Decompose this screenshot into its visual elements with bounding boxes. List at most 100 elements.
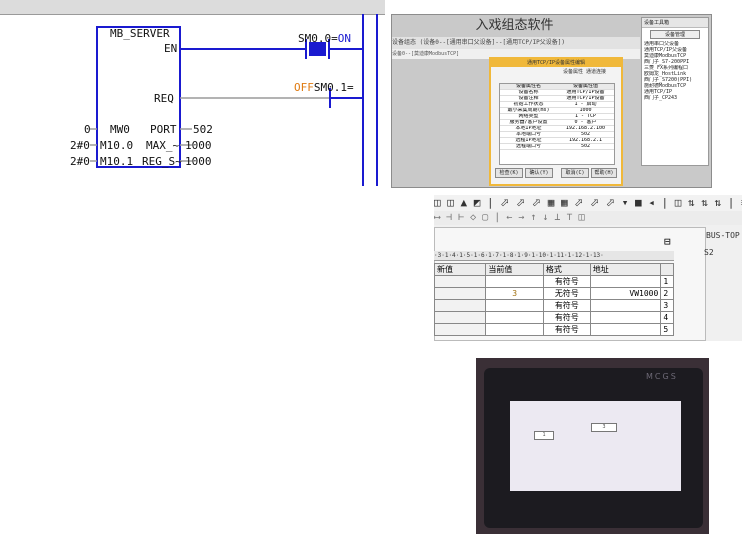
property-value: 502	[580, 144, 591, 149]
param-reg-label: REG_S~	[142, 155, 182, 168]
status-new-cell[interactable]	[434, 287, 487, 300]
status-address-cell[interactable]	[589, 323, 662, 336]
status-index-cell: 3	[660, 299, 674, 312]
status-row[interactable]: 有符号 3	[434, 299, 674, 312]
toolbox-item[interactable]: 西门子_CP243	[642, 95, 708, 101]
req-pin-label: REQ	[154, 92, 174, 105]
property-name: 最小采集周期(ms)	[507, 108, 550, 113]
property-name: 本地端口号	[515, 132, 541, 137]
property-name: 网络类型	[518, 114, 539, 119]
property-value: 0 - 客户	[574, 120, 597, 125]
status-new-cell[interactable]	[434, 311, 487, 324]
help-button[interactable]: 帮助(H)	[591, 168, 617, 178]
status-row[interactable]: 3 无符号 VW1000 2	[434, 287, 674, 300]
dialog-tabs[interactable]: 设备属性 通道连接	[491, 67, 621, 77]
param-max-label: MAX_~	[146, 139, 180, 152]
column-ruler: ·3·1·4·1·5·1·6·1·7·1·8·1·9·1·10·1·11·1·1…	[434, 251, 674, 261]
status-current-cell[interactable]	[485, 311, 544, 324]
status-new-cell[interactable]	[434, 275, 487, 288]
status-toolbar[interactable]: ◫ ◫ ▲ ◩ | ⬀ ⬀ ⬀ ▦ ▦ ⬀ ⬀ ⬀ ▾ ■ ◂ | ◫ ⇅ ⇅ …	[434, 195, 742, 211]
status-table-header: 新值 当前值 格式 地址	[434, 263, 674, 276]
property-value: 192.168.2.1	[568, 138, 603, 143]
param-reg-operand: M10.1	[100, 155, 134, 168]
status-current-cell[interactable]: 3	[485, 287, 544, 300]
device-manage-button[interactable]: 设备管理	[650, 30, 700, 39]
block-name: MB_SERVER	[110, 27, 170, 40]
chart-window-icon[interactable]: ⊟	[664, 235, 671, 248]
hmi-photo: MCGS 3 1	[476, 358, 709, 534]
property-name: 远程IP地址	[515, 138, 542, 143]
status-row[interactable]: 有符号 4	[434, 311, 674, 324]
col-address: 地址	[589, 263, 662, 276]
ladder-editor-panel: MB_SERVER EN REQ SM0.0=ON OFFSM0.1= PORT…	[0, 0, 385, 186]
param-reg-value-right: 1000	[185, 155, 212, 168]
toolbox-header: 设备工具箱	[642, 18, 708, 28]
status-address-cell[interactable]	[589, 299, 662, 312]
side-label-top: BUS-TOP	[706, 231, 740, 240]
col-new: 新值	[434, 263, 487, 276]
param-port-value-left: 0	[84, 123, 91, 136]
status-format-cell[interactable]: 有符号	[542, 323, 591, 336]
status-address-cell[interactable]: VW1000	[589, 287, 662, 300]
hmi-screen	[510, 401, 681, 491]
param-reg-value-left: 2#0	[70, 155, 90, 168]
status-address-cell[interactable]	[589, 275, 662, 288]
property-value: 502	[580, 132, 591, 137]
status-row[interactable]: 有符号 5	[434, 323, 674, 336]
hmi-field-value2[interactable]: 3	[591, 423, 617, 432]
device-toolbox: 设备工具箱 设备管理 通用串口父设备 通用TCP/IP父设备 莫迪康ModbusTC…	[641, 17, 709, 166]
window-title: 入戏组态软件	[475, 18, 554, 33]
param-max-value-right: 1000	[185, 139, 212, 152]
param-max-operand: M10.0	[100, 139, 134, 152]
contact1-label[interactable]: SM0.0=ON	[298, 27, 351, 46]
status-index-cell: 4	[660, 311, 674, 324]
hmi-brand: MCGS	[646, 372, 678, 381]
param-port-label: PORT	[150, 123, 177, 136]
property-value: 1 - 启动	[574, 102, 597, 107]
status-address-cell[interactable]	[589, 311, 662, 324]
check-button[interactable]: 检查(K)	[495, 168, 523, 178]
property-table: 设备属性名 设备属性值 设备名称 通用TCP/IP设备 设备注释 通用TCP/IP设备…	[499, 83, 615, 165]
status-format-cell[interactable]: 有符号	[542, 299, 591, 312]
param-port-value-right: 502	[193, 123, 213, 136]
col-current: 当前值	[485, 263, 544, 276]
property-value: 通用TCP/IP设备	[566, 90, 605, 95]
hmi-field-value1[interactable]: 1	[534, 431, 554, 440]
dialog-title: 通用TCP/IP设备属性编辑	[491, 59, 621, 67]
status-new-cell[interactable]	[434, 299, 487, 312]
property-value: 通用TCP/IP设备	[566, 96, 605, 101]
status-index-cell: 2	[660, 287, 674, 300]
status-index-cell: 5	[660, 323, 674, 336]
status-table: 新值 当前值 格式 地址 有符号 1 3 无符号 VW1000 2 有符号 3 有符号 4 有符号 5	[434, 263, 674, 336]
property-name: 服务器/客户设置	[509, 120, 548, 125]
status-index-cell: 1	[660, 275, 674, 288]
property-value: 1000	[579, 108, 592, 113]
property-name: 设备注释	[518, 96, 539, 101]
status-format-cell[interactable]: 有符号	[542, 275, 591, 288]
property-value: 192.168.2.100	[565, 126, 606, 131]
property-name: 远程端口号	[515, 144, 541, 149]
param-port-operand: MW0	[110, 123, 130, 136]
side-label-s2: S2	[704, 248, 714, 257]
status-toolbar-secondary[interactable]: ⟷ ⊣ ⊢ ◇ ▢ | ← → ↑ ↓ ⊥ ⊤ ◫	[434, 211, 742, 225]
status-current-cell[interactable]	[485, 299, 544, 312]
property-name: 初始工作状态	[513, 102, 544, 107]
confirm-button[interactable]: 确认(Y)	[525, 168, 553, 178]
property-value: 1 - TCP	[574, 114, 597, 119]
property-row[interactable]: 远程端口号 502	[500, 144, 614, 150]
col-index	[660, 263, 674, 276]
status-current-cell[interactable]	[485, 275, 544, 288]
en-pin-label: EN	[164, 42, 178, 55]
status-current-cell[interactable]	[485, 323, 544, 336]
status-row[interactable]: 有符号 1	[434, 275, 674, 288]
col-format: 格式	[542, 263, 591, 276]
cancel-button[interactable]: 取消(C)	[561, 168, 589, 178]
device-config-window: 入戏组态软件 设备组态 (设备0--[通用串口父设备]--[通用TCP/IP父设…	[391, 14, 712, 188]
param-max-value-left: 2#0	[70, 139, 90, 152]
status-format-cell[interactable]: 有符号	[542, 311, 591, 324]
property-name: 本地IP地址	[515, 126, 542, 131]
contact2-label[interactable]: OFFSM0.1=	[294, 76, 354, 95]
tcpip-property-dialog: 通用TCP/IP设备属性编辑 设备属性 通道连接 设备属性名 设备属性值 设备名…	[489, 57, 623, 186]
status-new-cell[interactable]	[434, 323, 487, 336]
status-format-cell[interactable]: 无符号	[542, 287, 591, 300]
